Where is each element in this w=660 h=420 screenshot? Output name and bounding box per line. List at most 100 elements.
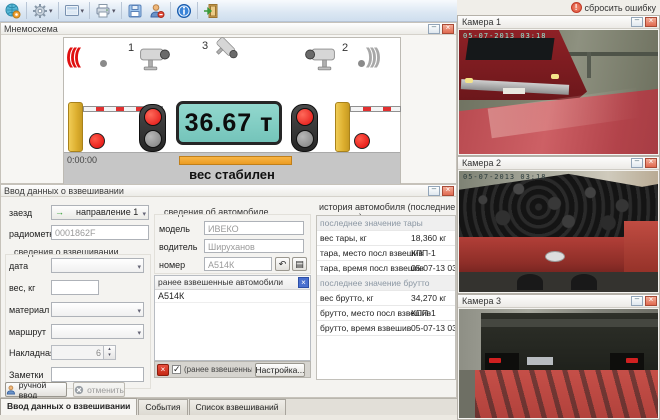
toolbar-separator: [197, 2, 198, 19]
model-field[interactable]: ИВЕКО: [204, 221, 304, 235]
camera2-panel: Камера 2 05-07-2013 03:18: [457, 156, 660, 294]
settings-button[interactable]: Настройка...: [255, 363, 305, 377]
minimize-icon[interactable]: [631, 158, 643, 168]
close-icon[interactable]: [645, 17, 657, 27]
off-lamp: [296, 130, 314, 148]
entry-panel-title: Ввод данных о взвешивании: [1, 185, 456, 197]
scene-truck-emblem: [545, 251, 565, 262]
view-window-icon[interactable]: ▾: [61, 1, 88, 20]
scheme-camera2-label: 2: [342, 42, 348, 54]
rfid-signal-right-icon: ))): [366, 46, 378, 67]
mnemoscheme-panel: Мнемосхема ((( ))) 1 3: [0, 22, 457, 184]
scene-taillight: [626, 358, 638, 363]
history-row: тара, место посл взвешивКПП-1: [317, 246, 455, 261]
driver-field[interactable]: Шируханов: [204, 239, 304, 253]
minimize-icon[interactable]: [428, 186, 440, 196]
history-section-row: последнее значение брутто: [317, 276, 455, 291]
date-select[interactable]: [51, 258, 144, 273]
invoice-stepper[interactable]: 6 ▴▾: [51, 345, 116, 360]
list-close-icon[interactable]: ×: [298, 277, 309, 288]
toolbar-separator: [26, 2, 27, 19]
toolbar-separator: [170, 2, 171, 19]
camera2-header: Камера 2: [458, 157, 659, 170]
minimize-icon[interactable]: [631, 17, 643, 27]
user-remove-icon[interactable]: [146, 1, 168, 20]
number-label: номер: [159, 260, 185, 270]
chevron-down-icon: ▾: [81, 7, 85, 15]
rfid-field[interactable]: 0001862F: [51, 225, 149, 240]
toolbar-separator: [89, 2, 90, 19]
app-window: ▾ ▾ ▾ ! сбросить ошибку: [0, 0, 660, 420]
error-icon: !: [571, 2, 582, 13]
tab-entry[interactable]: Ввод данных о взвешивании: [0, 398, 137, 415]
camera1-video[interactable]: 05-07-2013 03:18: [459, 30, 658, 154]
camera1-icon: [137, 44, 173, 74]
red-lamp: [296, 108, 314, 126]
camera3-video[interactable]: [459, 309, 658, 418]
scale-platform: 0:00:00 вес стабилен: [64, 152, 400, 184]
route-select[interactable]: [51, 324, 144, 339]
camera3-header: Камера 3: [458, 295, 659, 308]
scene-wheel: [517, 274, 543, 290]
app-icon[interactable]: [2, 1, 24, 20]
copy-number-button[interactable]: ▤: [292, 257, 307, 271]
minimize-icon[interactable]: [631, 296, 643, 306]
reset-error-bar: ! сбросить ошибку: [457, 0, 660, 15]
close-icon[interactable]: [442, 186, 454, 196]
close-icon[interactable]: [645, 158, 657, 168]
direction-arrow-icon: →: [55, 207, 64, 217]
close-icon[interactable]: [442, 24, 454, 34]
camera2-video[interactable]: 05-07-2013 03:18: [459, 171, 658, 292]
tab-events[interactable]: События: [138, 399, 187, 415]
camera3-icon: [205, 31, 245, 71]
previous-vehicles-settings-bar: × (ранее взвешенные ав Настройка...: [154, 361, 311, 378]
stepper-arrows-icon[interactable]: ▴▾: [103, 346, 115, 359]
history-row: вес брутто, кг34,270 кг: [317, 291, 455, 306]
close-icon[interactable]: [645, 296, 657, 306]
driver-label: водитель: [159, 242, 197, 252]
scene-windshield: [465, 38, 554, 60]
tab-weighings-list[interactable]: Список взвешиваний: [189, 399, 286, 415]
mnemoscheme-title: Мнемосхема: [1, 23, 456, 35]
scene-mud-edge: [459, 370, 475, 418]
print-icon[interactable]: ▾: [92, 1, 119, 20]
settings-gear-icon[interactable]: ▾: [29, 1, 56, 20]
undo-icon: ↶: [279, 259, 287, 270]
save-icon[interactable]: [124, 1, 146, 20]
scene-undercarriage: [459, 272, 658, 292]
direction-select[interactable]: → направление 1: [51, 205, 149, 220]
number-field[interactable]: А514К: [204, 257, 272, 271]
minimize-icon[interactable]: [428, 24, 440, 34]
history-table: последнее значение тары вес тары, кг18,3…: [316, 215, 456, 380]
chevron-down-icon: ▾: [112, 7, 116, 15]
material-label: материал: [9, 305, 49, 315]
history-section-row: последнее значение тары: [317, 216, 455, 231]
ride-label: заезд: [9, 208, 32, 218]
exit-door-icon[interactable]: [200, 1, 222, 20]
history-row: брутто, время взвешив05-07-13 03:52: [317, 321, 455, 336]
stop-indicator-left: [89, 133, 105, 149]
undo-number-button[interactable]: ↶: [275, 257, 290, 271]
list-item[interactable]: А514К: [155, 290, 310, 303]
weight-display: 36.67 т: [176, 101, 282, 145]
scene-license-plate: [527, 357, 553, 365]
scene-wheel: [571, 274, 597, 290]
reset-error-button[interactable]: сбросить ошибку: [585, 3, 656, 13]
entry-panel-body: заезд → направление 1 радиометка 0001862…: [1, 197, 456, 397]
cancel-button[interactable]: отменить: [73, 382, 125, 397]
model-label: модель: [159, 224, 190, 234]
camera-toggle-icon[interactable]: ×: [157, 364, 169, 376]
scene-headlight: [465, 78, 473, 83]
previous-vehicles-checkbox[interactable]: [172, 365, 181, 374]
weight-status-text: вес стабилен: [64, 167, 400, 182]
info-icon[interactable]: [173, 1, 195, 20]
scene-post: [587, 52, 591, 78]
platform-sensor-bar: [179, 156, 292, 165]
history-row: тара, время посл взвешив05-07-13 03:18: [317, 261, 455, 276]
camera2-icon: [302, 44, 338, 74]
manual-entry-button[interactable]: ручной ввод: [5, 382, 67, 397]
camera3-panel: Камера 3: [457, 294, 660, 420]
invoice-label: Накладная: [9, 348, 55, 358]
material-select[interactable]: [51, 302, 144, 317]
weight-input[interactable]: [51, 280, 99, 295]
